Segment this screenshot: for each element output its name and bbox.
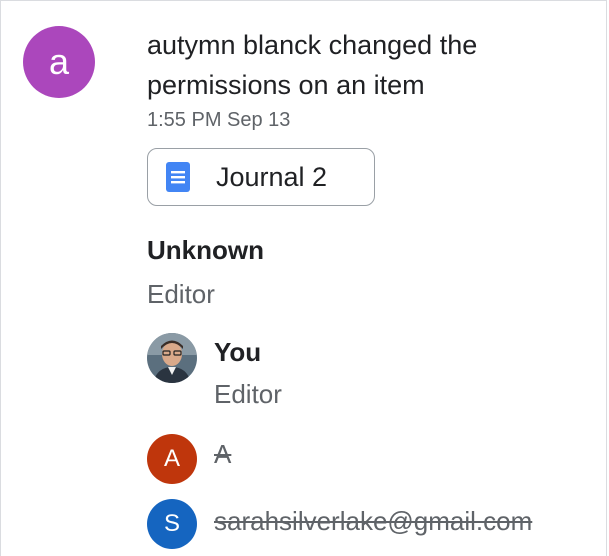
file-name: Journal 2 bbox=[216, 161, 328, 192]
file-chip[interactable]: Journal 2 bbox=[147, 148, 375, 206]
actor-initial: a bbox=[48, 41, 70, 82]
removed-user-initial: S bbox=[163, 510, 180, 537]
user-photo-icon bbox=[147, 333, 197, 383]
removed-user-avatar: S bbox=[147, 499, 197, 549]
removed-user-label: A bbox=[214, 439, 232, 469]
google-docs-icon bbox=[166, 162, 190, 192]
removed-user-email: sarahsilverlake@gmail.com bbox=[214, 506, 533, 536]
added-user-name: You bbox=[214, 337, 262, 367]
removed-user-avatar: A bbox=[147, 434, 197, 484]
added-user-role: Editor bbox=[214, 379, 282, 409]
removed-user-initial: A bbox=[163, 445, 180, 472]
activity-headline: autymn blanck changed the permissions on… bbox=[147, 30, 478, 100]
actor-avatar: a bbox=[23, 26, 95, 98]
permission-group-title: Unknown bbox=[147, 235, 264, 265]
activity-timestamp: 1:55 PM Sep 13 bbox=[147, 109, 291, 131]
permission-group-role: Editor bbox=[147, 279, 215, 309]
user-photo-avatar bbox=[147, 333, 197, 383]
activity-card: a autymn blanck changed the permissions … bbox=[0, 0, 607, 556]
